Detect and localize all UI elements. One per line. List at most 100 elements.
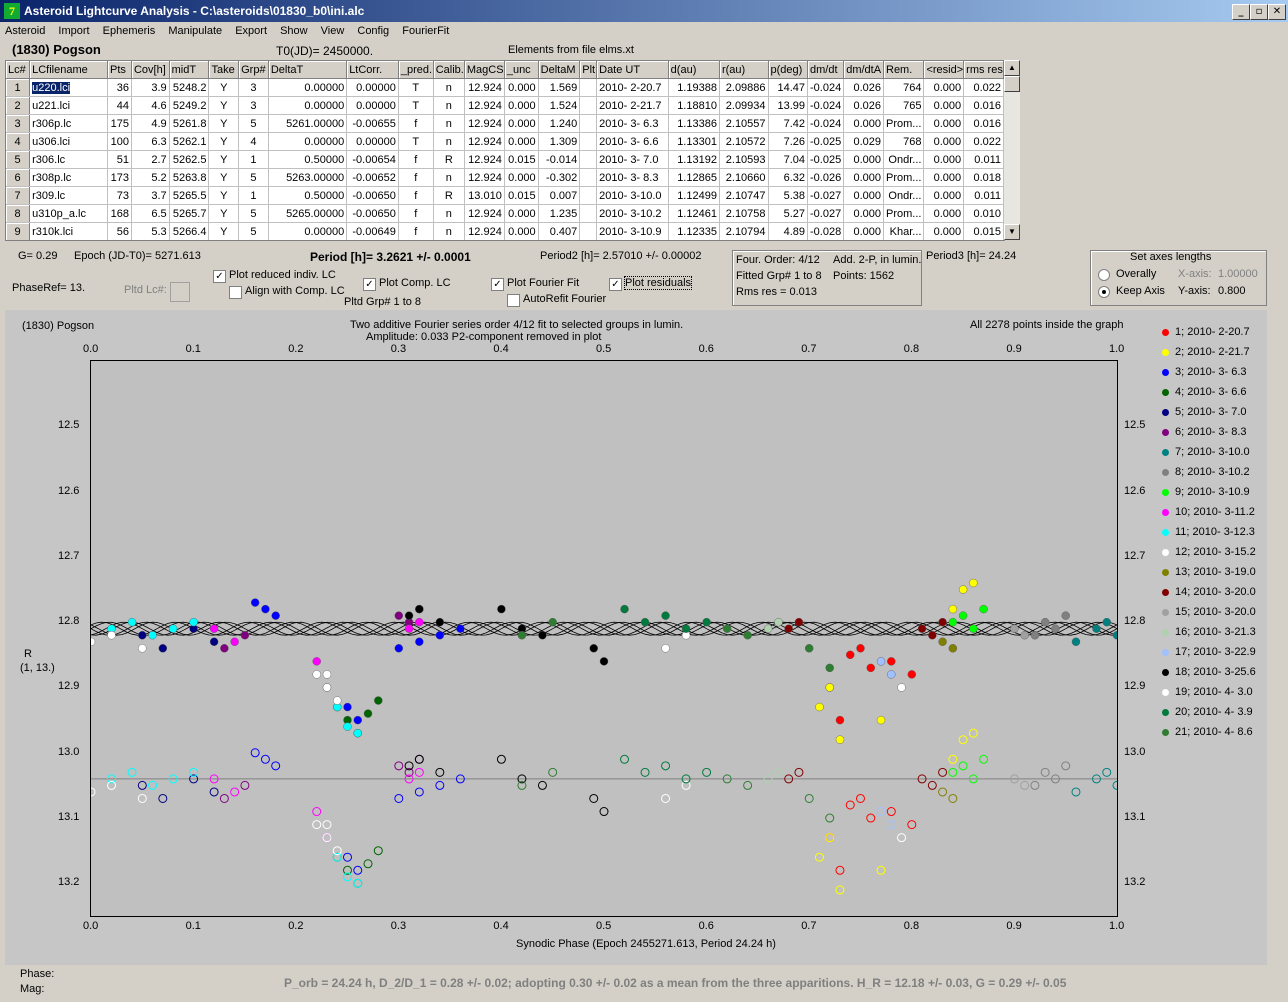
table-cell[interactable]: 51	[107, 150, 132, 169]
column-header[interactable]: rms res	[963, 61, 1004, 79]
table-cell[interactable]: -0.302	[538, 168, 581, 187]
table-cell[interactable]: -0.00654	[346, 150, 399, 169]
row-number[interactable]: 6	[6, 168, 31, 187]
table-cell[interactable]: u306.lci	[29, 132, 109, 151]
table-cell[interactable]: 73	[107, 186, 132, 205]
table-cell[interactable]: 2010- 3- 6.3	[596, 114, 669, 133]
table-cell[interactable]: 0.000	[843, 186, 884, 205]
menu-fourierfit[interactable]: FourierFit	[397, 22, 454, 37]
table-cell[interactable]: 5265.7	[169, 204, 210, 223]
table-row[interactable]: 7 r309.lc 73 3.7 5265.5 Y 1 0.50000 -0.00650 f R 13…	[6, 186, 1004, 205]
menu-ephemeris[interactable]: Ephemeris	[98, 22, 161, 37]
table-cell[interactable]: 768	[883, 132, 925, 151]
table-cell[interactable]	[579, 186, 598, 205]
table-cell[interactable]: n	[433, 168, 465, 187]
column-header[interactable]: Cov[h]	[131, 61, 170, 79]
table-cell[interactable]: -0.025	[807, 132, 845, 151]
table-cell[interactable]: 5263.8	[169, 168, 210, 187]
table-cell[interactable]: 0.000	[504, 78, 539, 97]
table-cell[interactable]: 12.924	[464, 204, 505, 223]
table-cell[interactable]: 0.50000	[268, 150, 348, 169]
table-cell[interactable]: 2.10557	[719, 114, 769, 133]
table-cell[interactable]: 0.026	[843, 96, 884, 115]
table-cell[interactable]: 1.13301	[668, 132, 720, 151]
table-cell[interactable]: r309.lc	[29, 186, 109, 205]
table-cell[interactable]: 3.7	[131, 186, 170, 205]
row-number[interactable]: 7	[6, 186, 31, 205]
table-cell[interactable]: 0.010	[963, 204, 1004, 223]
table-cell[interactable]: 56	[107, 222, 132, 240]
table-cell[interactable]: 173	[107, 168, 132, 187]
table-cell[interactable]: -0.026	[807, 168, 845, 187]
table-row[interactable]: 6 r308p.lc 173 5.2 5263.8 Y 5 5263.00000 -0.0065…	[6, 168, 1004, 187]
maximize-button[interactable]: ▫	[1250, 4, 1268, 20]
table-cell[interactable]: Y	[208, 204, 240, 223]
column-header[interactable]: LCfilename	[29, 61, 109, 79]
table-row[interactable]: 3 r306p.lc 175 4.9 5261.8 Y 5 5261.00000 -0.0065…	[6, 114, 1004, 133]
table-cell[interactable]: 0.00000	[268, 96, 348, 115]
table-cell[interactable]: 0.00000	[346, 96, 399, 115]
table-cell[interactable]: f	[398, 186, 434, 205]
table-cell[interactable]: Ondr...	[883, 186, 925, 205]
table-cell[interactable]: 0.018	[963, 168, 1004, 187]
table-row[interactable]: 4 u306.lci 100 6.3 5262.1 Y 4 0.00000 0.00000 Tn 1…	[6, 132, 1004, 151]
table-cell[interactable]: Y	[208, 186, 240, 205]
table-cell[interactable]: 0.000	[504, 168, 539, 187]
table-cell[interactable]: 5.38	[768, 186, 809, 205]
table-cell[interactable]	[579, 132, 598, 151]
table-cell[interactable]: 2.7	[131, 150, 170, 169]
table-cell[interactable]: f	[398, 222, 434, 240]
table-cell[interactable]: 2010- 3- 6.6	[596, 132, 669, 151]
table-cell[interactable]: 0.026	[843, 78, 884, 97]
table-cell[interactable]: 0.50000	[268, 186, 348, 205]
table-cell[interactable]: 5265.5	[169, 186, 210, 205]
table-cell[interactable]: T	[398, 78, 434, 97]
table-cell[interactable]: 0.000	[504, 222, 539, 240]
table-cell[interactable]	[579, 114, 598, 133]
table-cell[interactable]: Prom...	[883, 114, 925, 133]
table-cell[interactable]: u220.lci	[29, 78, 109, 97]
table-cell[interactable]: 0.000	[843, 150, 884, 169]
column-header[interactable]: p(deg)	[768, 61, 809, 79]
menu-export[interactable]: Export	[230, 22, 272, 37]
table-cell[interactable]	[579, 222, 598, 240]
table-cell[interactable]: 2010- 3- 8.3	[596, 168, 669, 187]
column-header[interactable]: Take	[208, 61, 240, 79]
table-cell[interactable]: 2.10747	[719, 186, 769, 205]
table-cell[interactable]: 1.19388	[668, 78, 720, 97]
table-cell[interactable]: 2.10660	[719, 168, 769, 187]
table-cell[interactable]: T	[398, 132, 434, 151]
table-cell[interactable]: 5263.00000	[268, 168, 348, 187]
table-cell[interactable]: -0.027	[807, 186, 845, 205]
table-cell[interactable]: 1.309	[538, 132, 581, 151]
table-cell[interactable]: 1.12461	[668, 204, 720, 223]
table-cell[interactable]: 5.2	[131, 168, 170, 187]
row-number[interactable]: 5	[6, 150, 31, 169]
table-cell[interactable]: -0.014	[538, 150, 581, 169]
table-cell[interactable]: 0.000	[843, 168, 884, 187]
table-cell[interactable]: 1.240	[538, 114, 581, 133]
plot-fourier-checkbox[interactable]: ✓	[491, 278, 504, 291]
table-cell[interactable]: R	[433, 150, 465, 169]
table-cell[interactable]: Y	[208, 114, 240, 133]
table-cell[interactable]: 2010- 3-10.2	[596, 204, 669, 223]
table-cell[interactable]: 12.924	[464, 168, 505, 187]
column-header[interactable]: Pts	[107, 61, 132, 79]
row-number[interactable]: 2	[6, 96, 31, 115]
table-cell[interactable]: 5248.2	[169, 78, 210, 97]
table-row[interactable]: 5 r306.lc 51 2.7 5262.5 Y 1 0.50000 -0.00654 f R 12…	[6, 150, 1004, 169]
table-cell[interactable]: 5265.00000	[268, 204, 348, 223]
x-axis-value[interactable]: 1.00000	[1218, 268, 1258, 280]
table-cell[interactable]: 36	[107, 78, 132, 97]
table-cell[interactable]: 2010- 3-10.0	[596, 186, 669, 205]
column-header[interactable]: dm/dt	[807, 61, 845, 79]
table-cell[interactable]: 0.00000	[346, 132, 399, 151]
table-cell[interactable]: f	[398, 168, 434, 187]
column-header[interactable]: d(au)	[668, 61, 720, 79]
table-cell[interactable]: -0.00650	[346, 186, 399, 205]
table-cell[interactable]: 100	[107, 132, 132, 151]
table-cell[interactable]: 1.13386	[668, 114, 720, 133]
table-cell[interactable]: 12.924	[464, 150, 505, 169]
table-cell[interactable]: 0.000	[843, 114, 884, 133]
table-cell[interactable]: 5	[238, 114, 269, 133]
